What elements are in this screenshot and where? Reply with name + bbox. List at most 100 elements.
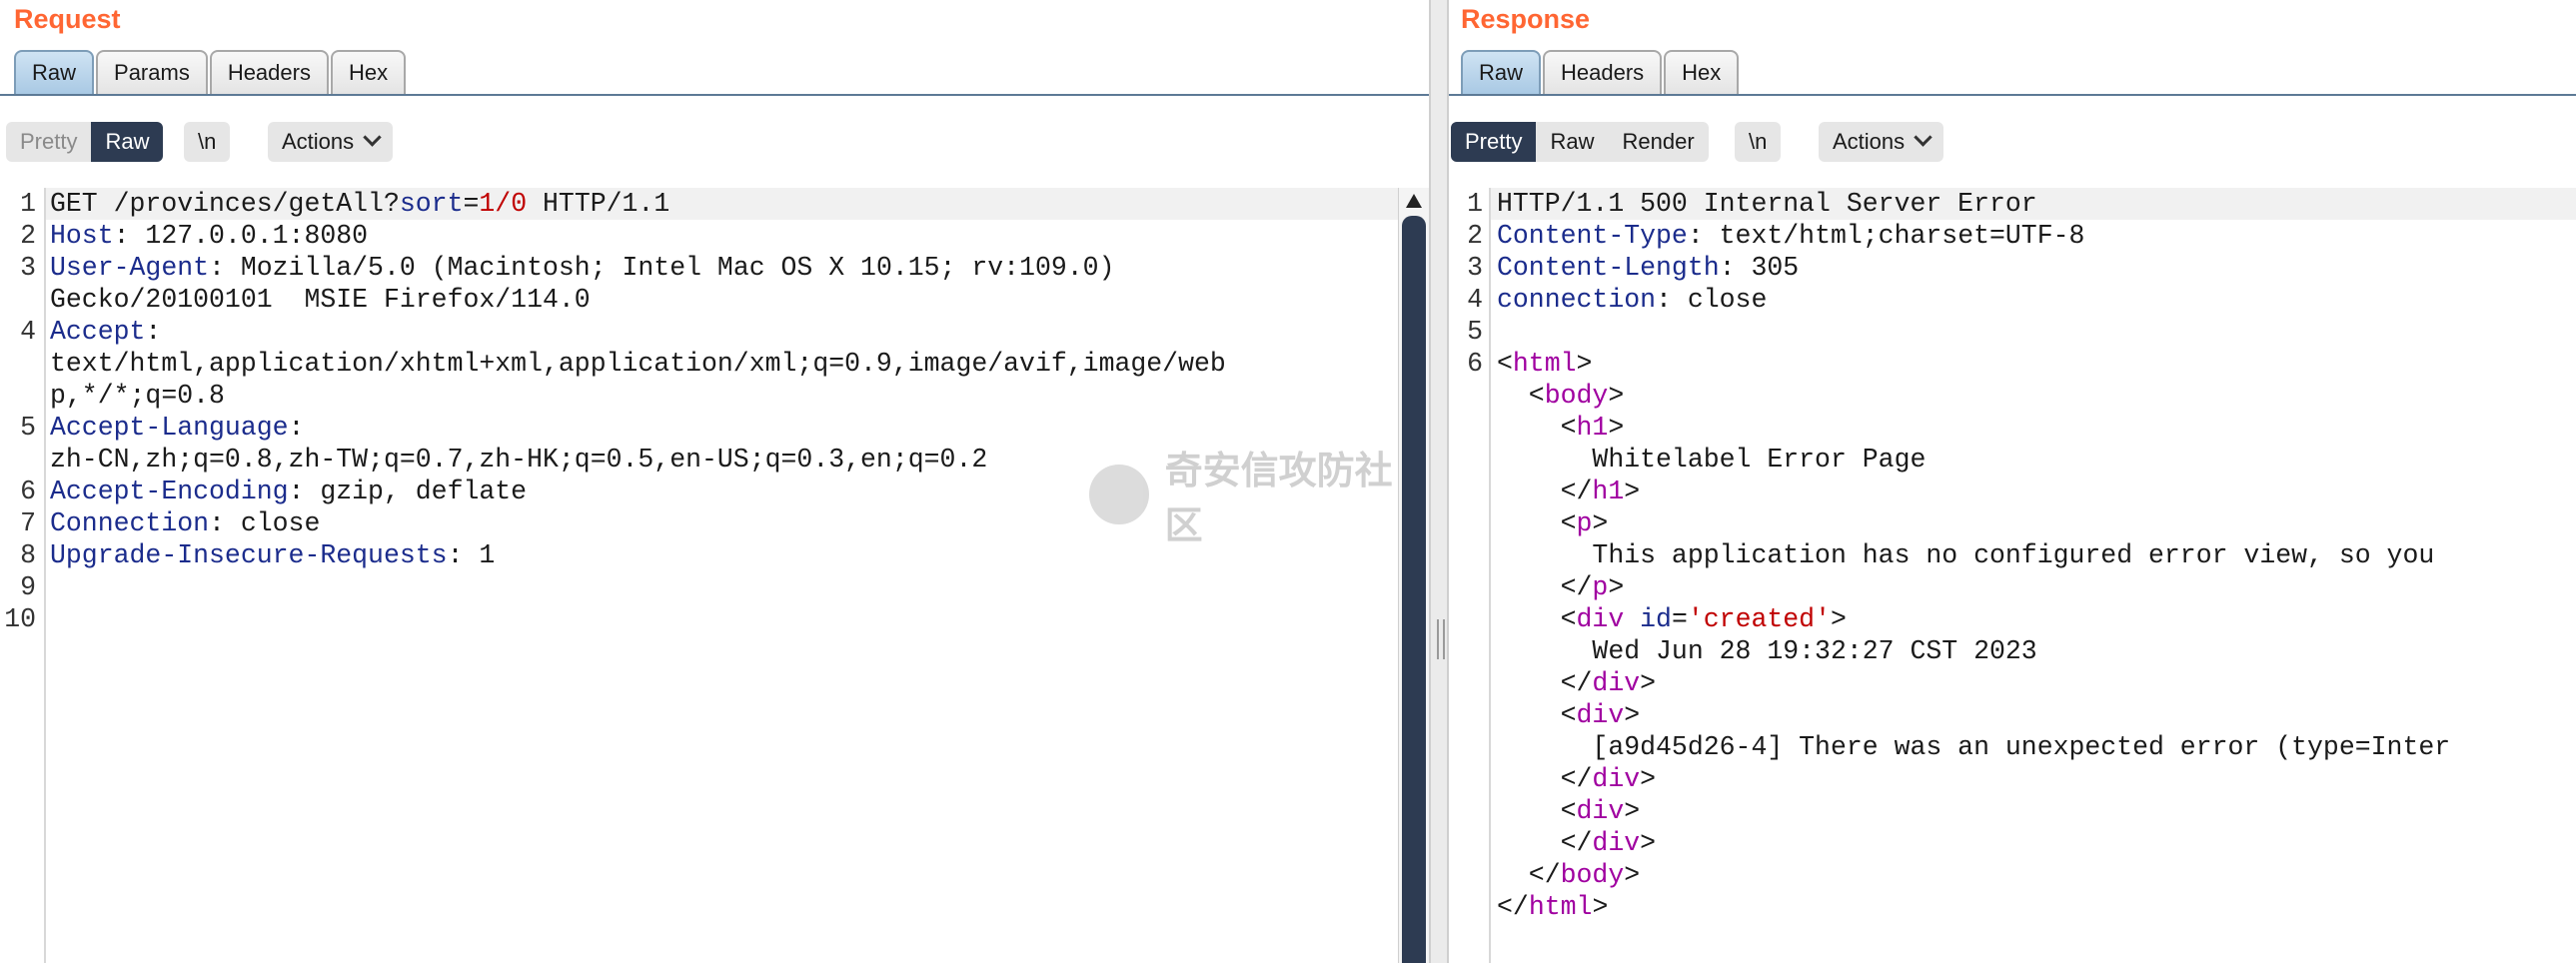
code-token: > [1592, 892, 1609, 922]
code-line: </h1> [1497, 476, 1641, 507]
code-token: div [1576, 700, 1625, 730]
code-token: Upgrade-Insecure-Requests [50, 540, 448, 570]
code-line: <div> [1497, 795, 1641, 827]
code-line: Gecko/20100101 MSIE Firefox/114.0 [50, 284, 591, 316]
code-token: Content-Type [1497, 221, 1688, 251]
code-token: connection [1497, 285, 1657, 315]
code-token: Accept-Encoding [50, 477, 289, 506]
code-token: p [1592, 572, 1609, 602]
code-token: : Mozilla/5.0 (Macintosh; Intel Mac OS X… [209, 253, 1115, 283]
code-token: p [1576, 508, 1593, 538]
code-token: : text/html;charset=UTF-8 [1687, 221, 2085, 251]
code-token: Connection [50, 508, 210, 538]
line-number: 6 [1467, 349, 1483, 379]
line-number: 4 [20, 317, 36, 347]
code-line: Whitelabel Error Page [1497, 444, 1926, 476]
code-line: connection: close [1497, 284, 1767, 316]
code-token: </ [1497, 764, 1593, 794]
scroll-up-arrow-icon[interactable] [1406, 194, 1422, 208]
code-line: zh-CN,zh;q=0.8,zh-TW;q=0.7,zh-HK;q=0.5,e… [50, 444, 987, 476]
code-token: HTTP/1.1 500 Internal Server Error [1497, 189, 2037, 219]
code-token: User-Agent [50, 253, 210, 283]
request-editor[interactable]: 1 GET /provinces/getAll?sort=1/0 HTTP/1.1… [0, 188, 1429, 963]
code-line: [a9d45d26-4] There was an unexpected err… [1497, 731, 2450, 763]
code-token: </ [1497, 828, 1593, 858]
request-scroll-thumb[interactable] [1402, 216, 1426, 963]
response-actions-button[interactable]: Actions [1819, 122, 1944, 162]
code-token: html [1512, 349, 1577, 379]
code-token: p,*/*;q=0.8 [50, 381, 225, 411]
code-token: > [1624, 477, 1641, 506]
code-line: <p> [1497, 507, 1609, 539]
code-line: </html> [1497, 891, 1608, 923]
code-token: GET /provinces/getAll? [50, 189, 400, 219]
code-line: This application has no configured error… [1497, 539, 2434, 571]
code-token: > [1830, 604, 1847, 634]
request-tab-hex[interactable]: Hex [330, 50, 407, 94]
watermark-logo-icon [1089, 465, 1149, 524]
line-number: 10 [4, 604, 36, 634]
code-token: Whitelabel Error Page [1497, 445, 1927, 475]
code-token: < [1497, 604, 1577, 634]
request-tab-raw[interactable]: Raw [14, 50, 95, 94]
pane-splitter[interactable] [1429, 0, 1449, 963]
code-token: </ [1497, 892, 1529, 922]
code-token: </ [1497, 860, 1561, 890]
request-actions-button[interactable]: Actions [268, 122, 394, 162]
code-token: h1 [1592, 477, 1625, 506]
response-actions-label: Actions [1833, 129, 1906, 154]
code-line: </div> [1497, 667, 1656, 699]
request-raw-toggle[interactable]: Raw [91, 122, 164, 162]
response-tab-headers[interactable]: Headers [1543, 50, 1663, 94]
code-token: div [1592, 668, 1641, 698]
code-token: > [1608, 572, 1625, 602]
line-number: 9 [20, 572, 36, 602]
code-token: h1 [1576, 413, 1609, 443]
response-title: Response [1461, 4, 1591, 34]
response-view-toggle: Pretty Raw Render [1451, 122, 1709, 162]
watermark: 奇安信攻防社区 [1089, 440, 1429, 549]
code-token: div [1592, 828, 1641, 858]
code-line: Content-Type: text/html;charset=UTF-8 [1497, 220, 2084, 252]
request-view-toggle: Pretty Raw [6, 122, 164, 162]
code-token: : [145, 317, 162, 347]
code-token: div [1592, 764, 1641, 794]
code-line: p,*/*;q=0.8 [50, 380, 225, 412]
response-tab-raw[interactable]: Raw [1461, 50, 1542, 94]
code-line: <h1> [1497, 412, 1625, 444]
request-scrollbar[interactable] [1398, 188, 1429, 963]
response-render-toggle[interactable]: Render [1608, 122, 1708, 162]
request-tab-headers[interactable]: Headers [209, 50, 329, 94]
code-token: < [1497, 700, 1577, 730]
line-number: 6 [20, 477, 36, 506]
code-token: > [1608, 413, 1625, 443]
request-tab-params[interactable]: Params [96, 50, 208, 94]
line-number: 7 [20, 508, 36, 538]
response-tab-hex[interactable]: Hex [1664, 50, 1740, 94]
request-pane: Request Raw Params Headers Hex Pretty Ra… [0, 0, 1429, 963]
response-raw-toggle[interactable]: Raw [1536, 122, 1608, 162]
code-token: < [1497, 796, 1577, 826]
response-editor[interactable]: 1 HTTP/1.1 500 Internal Server Error 2 Cont… [1449, 188, 2576, 963]
code-line: </body> [1497, 859, 1640, 891]
code-token: </ [1497, 668, 1593, 698]
code-line: <div> [1497, 699, 1641, 731]
code-token: < [1497, 349, 1513, 379]
code-token: > [1624, 796, 1641, 826]
line-number: 1 [1467, 189, 1483, 219]
code-token: : gzip, deflate [288, 477, 528, 506]
request-pretty-toggle[interactable]: Pretty [6, 122, 91, 162]
code-token: > [1576, 349, 1593, 379]
code-token: div [1576, 604, 1625, 634]
code-line: </p> [1497, 571, 1625, 603]
response-pretty-toggle[interactable]: Pretty [1451, 122, 1537, 162]
code-token: </ [1497, 572, 1593, 602]
splitter-grip-icon[interactable] [1437, 619, 1445, 659]
response-newline-button[interactable]: \n [1735, 122, 1782, 162]
code-line: Host: 127.0.0.1:8080 [50, 220, 368, 252]
code-token: Wed Jun 28 19:32:27 CST 2023 [1497, 636, 2037, 666]
chevron-down-icon [1914, 128, 1932, 147]
request-newline-button[interactable]: \n [184, 122, 231, 162]
code-token: </ [1497, 477, 1593, 506]
